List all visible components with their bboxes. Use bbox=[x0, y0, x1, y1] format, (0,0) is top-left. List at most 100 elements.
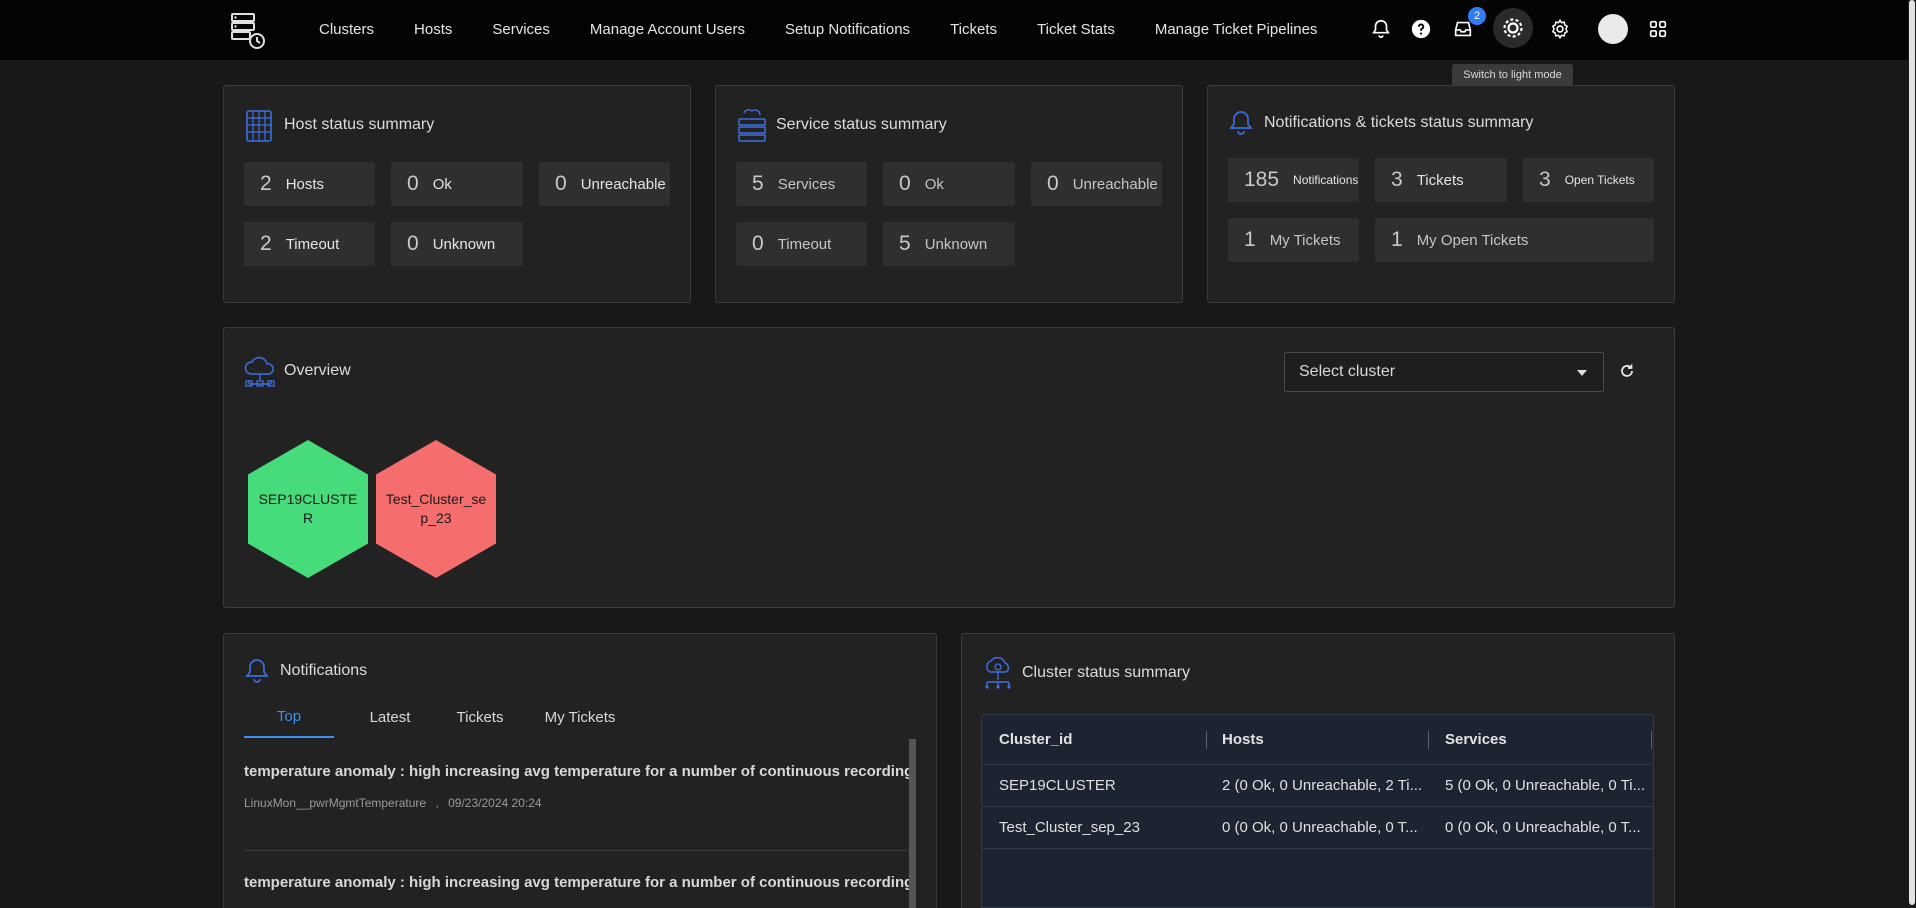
tile-count: 0 bbox=[899, 172, 911, 195]
apps-grid-icon[interactable] bbox=[1643, 14, 1673, 44]
tab-my-tickets[interactable]: My Tickets bbox=[525, 696, 635, 738]
table-cell[interactable]: 0 (0 Ok, 0 Unreachable, 0 T... bbox=[1445, 807, 1650, 848]
column-divider[interactable] bbox=[1206, 731, 1207, 749]
overview-title: Overview bbox=[284, 362, 351, 379]
cloud-network-icon bbox=[243, 354, 277, 393]
tile-label: Notifications bbox=[1293, 173, 1359, 187]
tile-count: 2 bbox=[260, 172, 272, 195]
meta-separator: , bbox=[435, 796, 439, 810]
service-status-title: Service status summary bbox=[776, 116, 947, 133]
notification-source: LinuxMon__pwrMgmtTemperature bbox=[244, 796, 427, 810]
notification-tabs: Top Latest Tickets My Tickets bbox=[244, 696, 918, 738]
list-item[interactable]: temperature anomaly : high increasing av… bbox=[244, 763, 916, 810]
host-tile-hosts[interactable]: 2 Hosts bbox=[244, 162, 375, 206]
tile-my-open-tickets[interactable]: 1 My Open Tickets bbox=[1375, 218, 1654, 262]
tile-label: Services bbox=[777, 175, 836, 193]
bell-icon[interactable] bbox=[1366, 14, 1396, 44]
notification-list: temperature anomaly : high increasing av… bbox=[244, 738, 916, 908]
notifications-title: Notifications bbox=[280, 662, 368, 679]
tile-open-tickets[interactable]: 3 Open Tickets bbox=[1523, 158, 1654, 202]
tile-count: 185 bbox=[1244, 168, 1280, 191]
tile-my-tickets[interactable]: 1 My Tickets bbox=[1228, 218, 1359, 262]
column-header-hosts[interactable]: Hosts bbox=[1222, 715, 1422, 764]
host-tile-timeout[interactable]: 2 Timeout bbox=[244, 222, 375, 266]
tile-count: 0 bbox=[752, 232, 764, 255]
host-tile-unreachable[interactable]: 0 Unreachable bbox=[539, 162, 670, 206]
nav-tickets[interactable]: Tickets bbox=[950, 21, 997, 38]
notification-title: temperature anomaly : high increasing av… bbox=[244, 763, 916, 780]
cluster-hex-label: SEP19CLUSTER bbox=[258, 491, 358, 526]
sun-icon bbox=[1503, 18, 1523, 38]
cluster-status-title: Cluster status summary bbox=[1022, 664, 1191, 681]
tile-count: 2 bbox=[260, 232, 272, 255]
bell-outline-icon bbox=[245, 658, 269, 689]
refresh-icon[interactable] bbox=[1619, 363, 1635, 379]
service-stack-icon bbox=[737, 109, 767, 148]
tab-latest[interactable]: Latest bbox=[350, 696, 430, 738]
tile-notifications[interactable]: 185 Notifications bbox=[1228, 158, 1359, 202]
notifications-tickets-title: Notifications & tickets status summary bbox=[1264, 114, 1534, 131]
tile-label: Timeout bbox=[777, 235, 832, 253]
host-tile-unknown[interactable]: 0 Unknown bbox=[391, 222, 523, 266]
tile-count: 5 bbox=[899, 232, 911, 255]
top-navbar: Clusters Hosts Services Manage Account U… bbox=[0, 0, 1916, 60]
service-tile-timeout[interactable]: 0 Timeout bbox=[736, 222, 867, 266]
column-divider[interactable] bbox=[1651, 731, 1652, 749]
table-cell[interactable]: 0 (0 Ok, 0 Unreachable, 0 T... bbox=[1222, 807, 1432, 848]
tile-count: 3 bbox=[1539, 168, 1551, 191]
tab-tickets[interactable]: Tickets bbox=[440, 696, 520, 738]
user-avatar[interactable] bbox=[1598, 14, 1628, 44]
nav-hosts[interactable]: Hosts bbox=[414, 21, 452, 38]
service-tile-ok[interactable]: 0 Ok bbox=[883, 162, 1015, 206]
cluster-hex-label: Test_Cluster_sep_23 bbox=[385, 491, 487, 526]
column-divider[interactable] bbox=[1428, 731, 1429, 749]
theme-toggle-button[interactable] bbox=[1493, 8, 1533, 48]
gear-icon[interactable] bbox=[1545, 14, 1575, 44]
column-header-services[interactable]: Services bbox=[1445, 715, 1645, 764]
column-header-cluster-id[interactable]: Cluster_id bbox=[999, 715, 1199, 764]
tile-label: My Open Tickets bbox=[1416, 231, 1529, 249]
tile-label: Tickets bbox=[1416, 171, 1464, 189]
tile-label: Open Tickets bbox=[1564, 173, 1635, 187]
server-rack-icon bbox=[245, 109, 273, 148]
tile-label: Unknown bbox=[432, 235, 496, 253]
page-scrollbar-thumb[interactable] bbox=[1909, 0, 1915, 905]
tile-count: 0 bbox=[407, 232, 419, 255]
tile-count: 0 bbox=[555, 172, 567, 195]
cluster-select[interactable]: Select cluster bbox=[1284, 352, 1604, 392]
tile-label: Ok bbox=[924, 175, 944, 193]
nav-services[interactable]: Services bbox=[492, 21, 550, 38]
tile-label: Ok bbox=[432, 175, 452, 193]
service-tile-unknown[interactable]: 5 Unknown bbox=[883, 222, 1015, 266]
cluster-cloud-icon bbox=[982, 656, 1014, 695]
main-nav: Clusters Hosts Services Manage Account U… bbox=[319, 0, 1317, 58]
nav-ticket-stats[interactable]: Ticket Stats bbox=[1037, 21, 1115, 38]
nav-manage-ticket-pipelines[interactable]: Manage Ticket Pipelines bbox=[1155, 21, 1318, 38]
host-tile-ok[interactable]: 0 Ok bbox=[391, 162, 523, 206]
table-cell[interactable]: SEP19CLUSTER bbox=[999, 765, 1209, 806]
help-icon[interactable] bbox=[1406, 14, 1436, 44]
tile-count: 1 bbox=[1391, 228, 1403, 251]
nav-clusters[interactable]: Clusters bbox=[319, 21, 374, 38]
list-item[interactable]: temperature anomaly : high increasing av… bbox=[244, 874, 916, 891]
notification-meta: LinuxMon__pwrMgmtTemperature , 09/23/202… bbox=[244, 796, 904, 810]
cluster-status-table: Cluster_id Hosts Services SEP19CLUSTER 2… bbox=[981, 714, 1654, 908]
table-cell[interactable]: 5 (0 Ok, 0 Unreachable, 0 Ti... bbox=[1445, 765, 1650, 806]
service-tile-services[interactable]: 5 Services bbox=[736, 162, 867, 206]
tile-label: Unreachable bbox=[580, 175, 666, 193]
theme-tooltip: Switch to light mode bbox=[1452, 64, 1573, 86]
nav-manage-account-users[interactable]: Manage Account Users bbox=[590, 21, 745, 38]
caret-down-icon bbox=[1577, 370, 1587, 376]
table-cell[interactable]: Test_Cluster_sep_23 bbox=[999, 807, 1209, 848]
notification-title: temperature anomaly : high increasing av… bbox=[244, 874, 916, 891]
app-logo-icon[interactable] bbox=[228, 10, 268, 50]
tab-top[interactable]: Top bbox=[244, 696, 334, 738]
host-status-title: Host status summary bbox=[284, 116, 435, 133]
tile-label: My Tickets bbox=[1269, 231, 1341, 249]
tile-label: Timeout bbox=[285, 235, 340, 253]
tile-tickets[interactable]: 3 Tickets bbox=[1375, 158, 1507, 202]
service-tile-unreachable[interactable]: 0 Unreachable bbox=[1031, 162, 1162, 206]
table-cell[interactable]: 2 (0 Ok, 0 Unreachable, 2 Ti... bbox=[1222, 765, 1432, 806]
notification-scrollbar[interactable] bbox=[909, 739, 916, 908]
nav-setup-notifications[interactable]: Setup Notifications bbox=[785, 21, 910, 38]
